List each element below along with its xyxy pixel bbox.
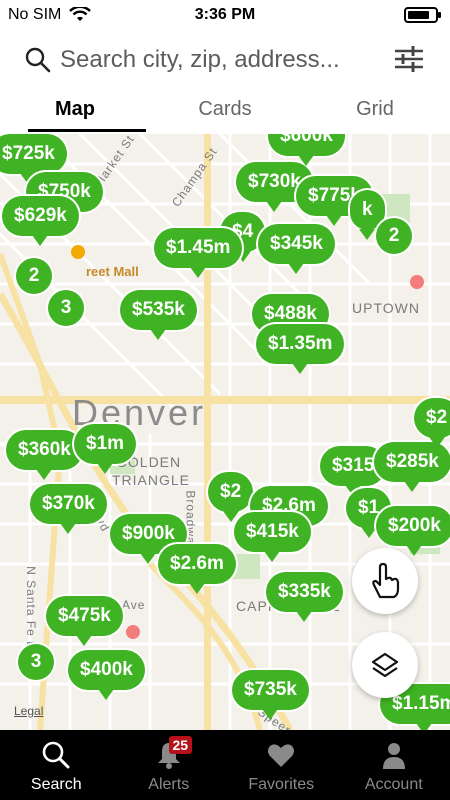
search-icon[interactable] [24, 46, 52, 74]
tab-map[interactable]: Map [0, 94, 150, 132]
nav-alerts[interactable]: 25 Alerts [113, 730, 226, 800]
nav-account[interactable]: Account [338, 730, 450, 800]
price-pin[interactable]: $475k [46, 596, 123, 646]
search-icon [42, 741, 70, 769]
tab-grid[interactable]: Grid [300, 94, 450, 132]
price-pin[interactable]: $200k [376, 506, 450, 556]
street-label-broadway: Broadway [183, 490, 198, 552]
price-pin[interactable]: $1.45m [154, 228, 243, 278]
cluster-marker[interactable]: 3 [48, 290, 84, 326]
price-pin[interactable]: $370k [30, 484, 107, 534]
price-pin[interactable]: $535k [120, 290, 197, 340]
layers-icon [371, 652, 399, 678]
bottom-nav: Search 25 Alerts Favorites Account [0, 730, 450, 800]
price-pin[interactable]: $1m [74, 424, 137, 474]
heart-icon [268, 744, 295, 767]
nav-label-search: Search [30, 776, 82, 793]
price-pin[interactable]: $1.35m [256, 324, 345, 374]
cluster-marker[interactable]: 2 [16, 258, 52, 294]
draw-area-button[interactable] [352, 548, 418, 614]
nav-label-account: Account [364, 776, 423, 793]
filter-sliders-icon[interactable] [392, 42, 426, 76]
nav-search[interactable]: Search [0, 730, 113, 800]
nav-favorites[interactable]: Favorites [225, 730, 338, 800]
nav-label-favorites: Favorites [248, 776, 315, 793]
street-label-ave: Ave [122, 598, 146, 612]
map-view[interactable]: Denver GOLDEN TRIANGLE UPTOWN CAPITOL HI… [0, 134, 450, 730]
street-label-santa-fe: N Santa Fe Dr [23, 566, 38, 656]
hand-pointer-icon [372, 562, 400, 599]
tab-cards[interactable]: Cards [150, 94, 300, 132]
price-pin[interactable]: $600k [268, 134, 345, 166]
price-pin[interactable]: $629k [2, 196, 79, 246]
cluster-marker[interactable]: 2 [376, 218, 412, 254]
price-pin[interactable]: $335k [266, 572, 343, 622]
person-icon [382, 743, 405, 769]
nav-label-alerts: Alerts [148, 776, 190, 793]
price-pin[interactable]: $735k [232, 670, 309, 720]
battery-icon [404, 7, 441, 23]
area-label-uptown: UPTOWN [352, 300, 420, 316]
poi-label-mall: reet Mall [86, 264, 139, 279]
price-pin[interactable]: $725k [0, 134, 67, 184]
price-pin[interactable]: $285k [374, 442, 450, 492]
price-pin[interactable]: $2 [208, 472, 254, 522]
map-layers-button[interactable] [352, 632, 418, 698]
area-label-triangle: TRIANGLE [112, 472, 191, 488]
price-pin[interactable]: $415k [234, 512, 311, 562]
clock: 3:36 PM [194, 6, 256, 23]
price-pin[interactable]: $400k [68, 650, 145, 700]
legal-link[interactable]: Legal [14, 704, 43, 718]
search-bar [0, 36, 450, 84]
alerts-badge: 25 [168, 736, 193, 754]
price-pin[interactable]: $360k [6, 430, 83, 480]
price-pin[interactable]: $2.6m [158, 544, 236, 594]
price-pin[interactable]: $2 [414, 398, 450, 448]
view-tabs: Map Cards Grid [0, 94, 450, 132]
cluster-marker[interactable]: 3 [18, 644, 54, 680]
status-bar: No SIM 3:36 PM [0, 0, 450, 32]
search-input[interactable] [60, 44, 380, 76]
price-pin[interactable]: $345k [258, 224, 335, 274]
